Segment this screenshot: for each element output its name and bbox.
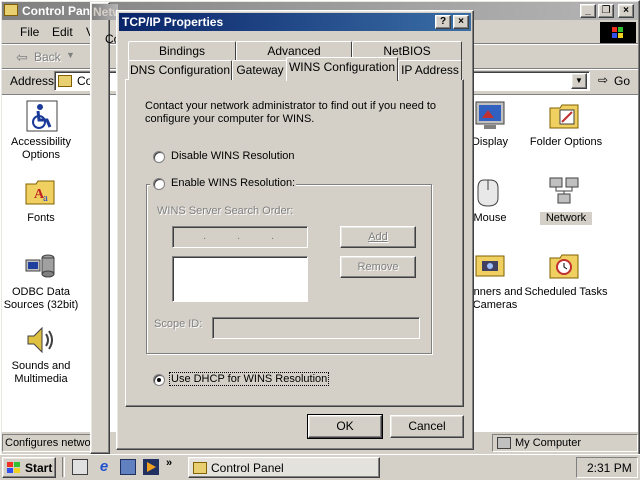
icon-item-network[interactable]: Network — [524, 176, 608, 228]
ip-dot: . — [271, 230, 275, 242]
speaker-icon — [27, 326, 53, 354]
icon-item-sounds[interactable]: Sounds and Multimedia — [2, 324, 80, 388]
cancel-button-label: Cancel — [408, 419, 446, 433]
icon-item-folder-options[interactable]: Folder Options — [524, 100, 608, 152]
icon-label: Sounds and Multimedia — [11, 360, 71, 385]
ip-dot: . — [237, 230, 241, 242]
quick-launch-separator — [62, 457, 65, 477]
radio-selected-dot — [157, 378, 161, 382]
scheduled-tasks-icon — [549, 254, 579, 279]
back-arrow-icon: ⇦ — [16, 49, 28, 65]
remove-button-label: Remove — [357, 261, 399, 273]
icon-item-accessibility[interactable]: Accessibility Options — [2, 100, 80, 164]
chevron-down-icon: ▼ — [66, 50, 75, 60]
quick-launch-show-desktop-icon[interactable] — [72, 459, 88, 475]
status-text: Configures networ — [5, 437, 91, 449]
go-button[interactable]: Go — [614, 74, 630, 88]
mouse-icon — [477, 179, 499, 207]
network-titlebar[interactable]: Network — [92, 4, 118, 20]
enable-wins-radio[interactable] — [153, 178, 165, 190]
icon-label: anners and Cameras — [467, 286, 523, 311]
computer-icon — [497, 437, 511, 449]
start-label: Start — [25, 461, 53, 475]
status-pane-left: Configures networ — [2, 434, 92, 452]
ok-button-label: OK — [336, 419, 354, 433]
icon-label: Folder Options — [529, 136, 603, 148]
scope-id-label: Scope ID: — [154, 318, 203, 330]
address-label: Address — [10, 74, 55, 88]
folder-icon — [4, 4, 18, 16]
disable-wins-label[interactable]: Disable WINS Resolution — [171, 150, 295, 162]
tab-wins-configuration[interactable]: WINS Configuration — [286, 57, 398, 81]
tab-dns-configuration[interactable]: DNS Configuration — [128, 60, 232, 80]
dhcp-wins-radio[interactable] — [153, 374, 165, 386]
cancel-button[interactable]: Cancel — [390, 415, 464, 438]
network-icon — [549, 177, 579, 204]
folder-icon — [193, 462, 207, 474]
ip-dot: . — [203, 230, 207, 242]
address-dropdown-button[interactable]: ▼ — [571, 73, 587, 89]
quick-launch-ie-icon[interactable]: e — [96, 459, 112, 475]
ok-button[interactable]: OK — [307, 414, 383, 439]
help-button[interactable]: ? — [435, 15, 451, 29]
disable-wins-radio[interactable] — [153, 151, 165, 163]
taskbar-control-panel-button[interactable]: Control Panel — [188, 457, 380, 478]
svg-text:a: a — [43, 192, 48, 204]
odbc-icon — [25, 254, 55, 278]
quick-launch-media-icon[interactable] — [143, 459, 159, 475]
menu-edit[interactable]: Edit — [52, 25, 73, 39]
icon-label: Network — [540, 212, 592, 225]
remove-button[interactable]: Remove — [340, 256, 416, 278]
dhcp-wins-label[interactable]: Use DHCP for WINS Resolution — [168, 372, 330, 386]
go-arrow-icon: ⇨ — [598, 73, 609, 87]
fonts-folder-icon: A a — [25, 180, 55, 205]
add-button-label: Add — [368, 231, 388, 243]
enable-wins-label[interactable]: Enable WINS Resolution: — [171, 177, 295, 189]
tab-ip-address[interactable]: IP Address — [398, 60, 462, 80]
folder-options-icon — [549, 104, 579, 129]
icon-label: Fonts — [27, 212, 55, 224]
windows-logo-icon — [600, 22, 636, 44]
taskbar-task-label: Control Panel — [211, 461, 284, 475]
quick-launch-outlook-icon[interactable] — [120, 459, 136, 475]
wins-server-ip-input[interactable]: . . . — [172, 226, 308, 248]
server-order-label: WINS Server Search Order: — [157, 205, 294, 217]
control-panel-title: Control Panel — [22, 4, 101, 18]
status-zone: My Computer — [515, 437, 582, 449]
status-pane-right: My Computer — [492, 434, 638, 452]
scanner-icon — [475, 255, 505, 277]
icon-label: Accessibility Options — [11, 136, 71, 161]
icon-label: ODBC Data Sources (32bit) — [3, 286, 79, 311]
wins-intro-text: Contact your network administrator to fi… — [145, 100, 437, 125]
close-button[interactable]: × — [453, 15, 469, 29]
icon-item-odbc[interactable]: ODBC Data Sources (32bit) — [2, 250, 80, 314]
dialog-title: TCP/IP Properties — [122, 15, 224, 29]
dialog-titlebar[interactable]: TCP/IP Properties ? × — [119, 13, 471, 31]
tab-gateway[interactable]: Gateway — [232, 60, 288, 80]
tab-bindings[interactable]: Bindings — [128, 41, 236, 61]
restore-button[interactable]: ❐ — [598, 4, 614, 18]
start-button[interactable]: Start — [2, 457, 56, 478]
close-button[interactable]: × — [618, 4, 634, 18]
minimize-button[interactable]: _ — [580, 4, 596, 18]
icon-label: Scheduled Tasks — [524, 286, 608, 298]
clock[interactable]: 2:31 PM — [587, 461, 632, 475]
icon-item-scheduled-tasks[interactable]: Scheduled Tasks — [524, 250, 608, 314]
add-button[interactable]: Add — [340, 226, 416, 248]
system-tray: 2:31 PM — [576, 457, 638, 478]
network-title: Network — [93, 5, 118, 19]
wheelchair-icon — [26, 100, 58, 132]
icon-item-scanners[interactable]: anners and Cameras — [466, 250, 524, 314]
icon-item-fonts[interactable]: A a Fonts — [2, 176, 80, 228]
back-button[interactable]: Back — [34, 50, 61, 64]
display-icon — [475, 101, 505, 129]
network-window — [90, 2, 110, 454]
scope-id-input[interactable] — [212, 317, 420, 339]
wins-server-list[interactable] — [172, 256, 308, 302]
windows-flag-icon — [7, 462, 20, 473]
menu-file[interactable]: File — [20, 25, 39, 39]
folder-icon — [58, 75, 72, 87]
chevron-right-icon[interactable]: » — [166, 457, 172, 469]
